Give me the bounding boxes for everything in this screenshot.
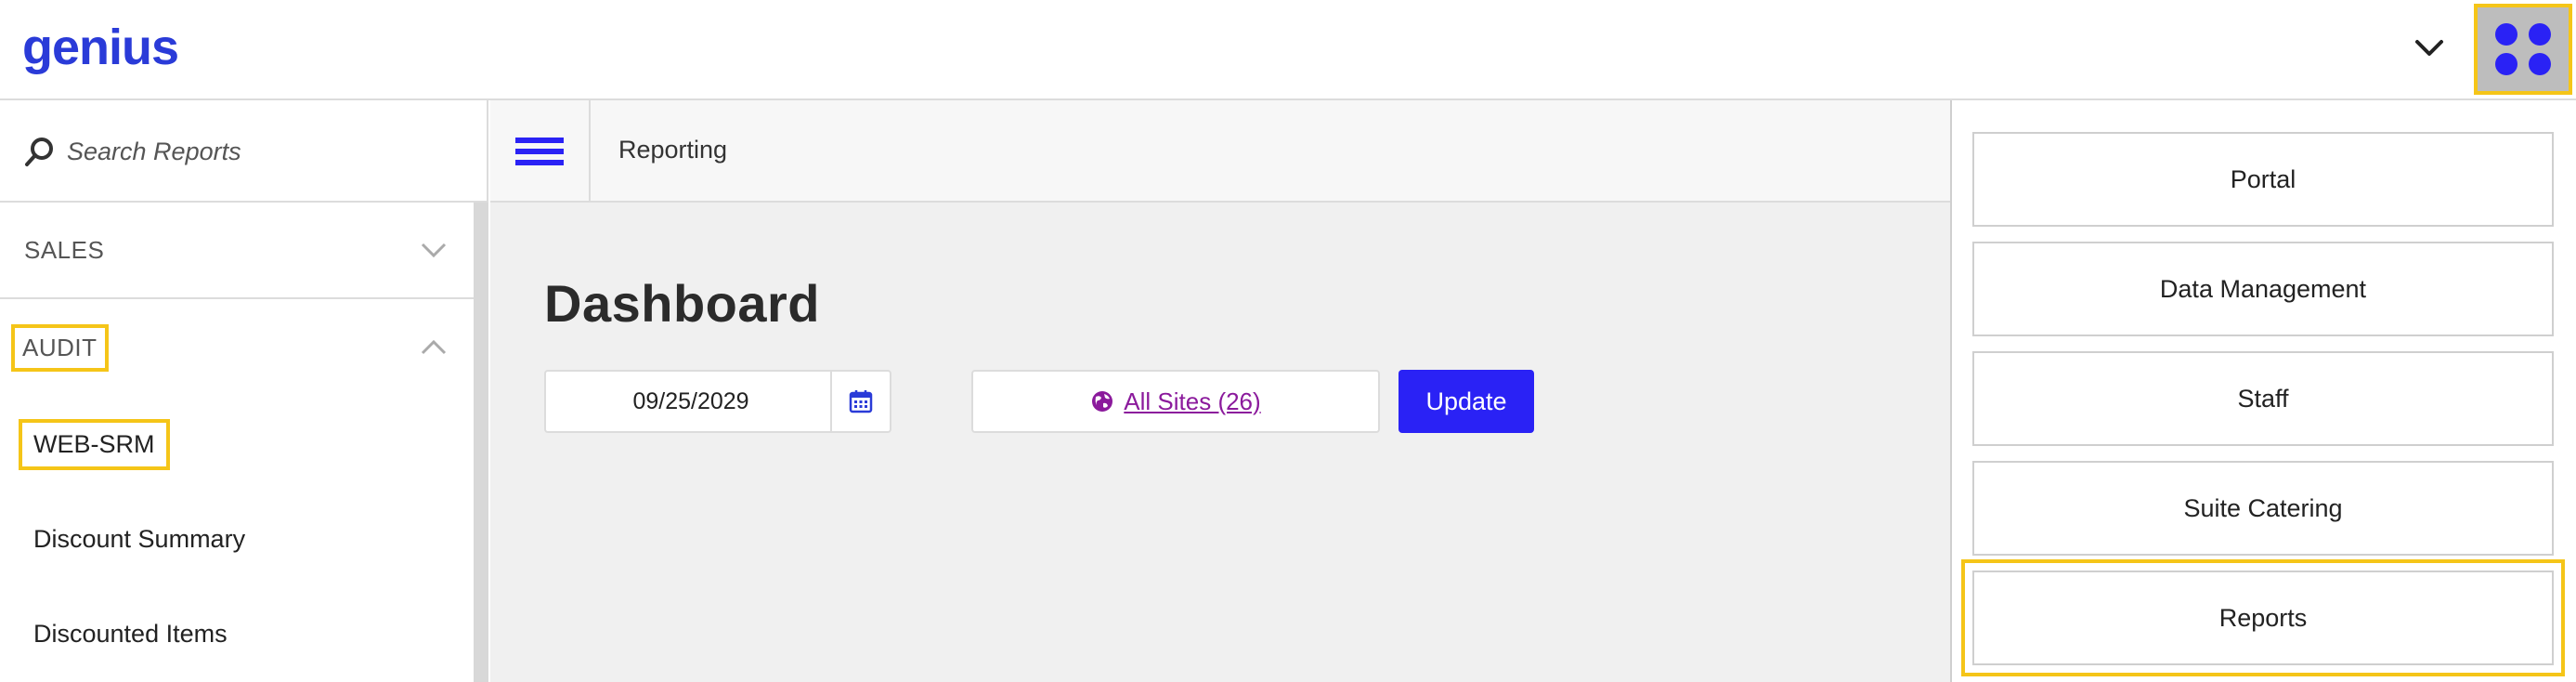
sidebar-scrollbar[interactable]: [474, 203, 488, 682]
apps-menu-button[interactable]: [2474, 4, 2572, 95]
genius-logo[interactable]: genius: [22, 15, 179, 80]
chevron-down-icon[interactable]: [2411, 30, 2448, 67]
sidebar-item-label: Discount Summary: [33, 524, 246, 553]
breadcrumb: Reporting: [618, 136, 728, 164]
all-sites-link[interactable]: All Sites (26): [1124, 387, 1260, 416]
sidebar-item-discount-summary[interactable]: Discount Summary: [0, 492, 474, 585]
section-label-sales: SALES: [24, 235, 105, 264]
app-menu-item-suite-catering[interactable]: Suite Catering: [1972, 461, 2554, 556]
sidebar-item-discounted-items[interactable]: Discounted Items: [0, 587, 474, 680]
app-root: genius SALES AUDIT: [0, 0, 2576, 682]
apps-grid-icon: [2495, 23, 2551, 75]
hamburger-menu-icon[interactable]: [490, 100, 591, 203]
sidebar-item-label: WEB-SRM: [19, 418, 170, 470]
globe-icon: [1092, 391, 1113, 412]
chevron-down-icon: [421, 243, 447, 258]
app-switcher-menu: Portal Data Management Staff Suite Cater…: [1950, 100, 2576, 682]
logo-text: genius: [22, 20, 179, 75]
search-icon: [25, 138, 53, 166]
date-value[interactable]: 09/25/2029: [546, 372, 836, 431]
update-button[interactable]: Update: [1399, 370, 1534, 433]
main-header: Reporting: [490, 100, 1950, 203]
app-menu-item-data-management[interactable]: Data Management: [1972, 242, 2554, 336]
app-menu-item-staff[interactable]: Staff: [1972, 351, 2554, 446]
app-menu-item-portal[interactable]: Portal: [1972, 132, 2554, 227]
search-row: [0, 100, 488, 203]
app-menu-item-reports[interactable]: Reports: [1961, 559, 2565, 676]
chevron-up-icon: [421, 339, 447, 355]
sidebar-item-web-srm[interactable]: WEB-SRM: [0, 398, 474, 491]
main-content: Reporting Dashboard 09/25/2029 All Sites…: [490, 100, 1950, 682]
sidebar-item-label: Discounted Items: [33, 619, 228, 648]
calendar-icon[interactable]: [830, 372, 890, 431]
sidebar: SALES AUDIT WEB-SRM Discount Summary Dis…: [0, 100, 488, 682]
top-bar: genius: [0, 0, 2576, 100]
sidebar-section-sales[interactable]: SALES: [0, 203, 474, 299]
sites-selector[interactable]: All Sites (26): [971, 370, 1380, 433]
section-label-audit: AUDIT: [11, 323, 109, 372]
page-title: Dashboard: [544, 274, 820, 333]
search-reports-input[interactable]: [67, 128, 457, 175]
sidebar-section-audit[interactable]: AUDIT: [0, 299, 474, 396]
date-picker[interactable]: 09/25/2029: [544, 370, 891, 433]
